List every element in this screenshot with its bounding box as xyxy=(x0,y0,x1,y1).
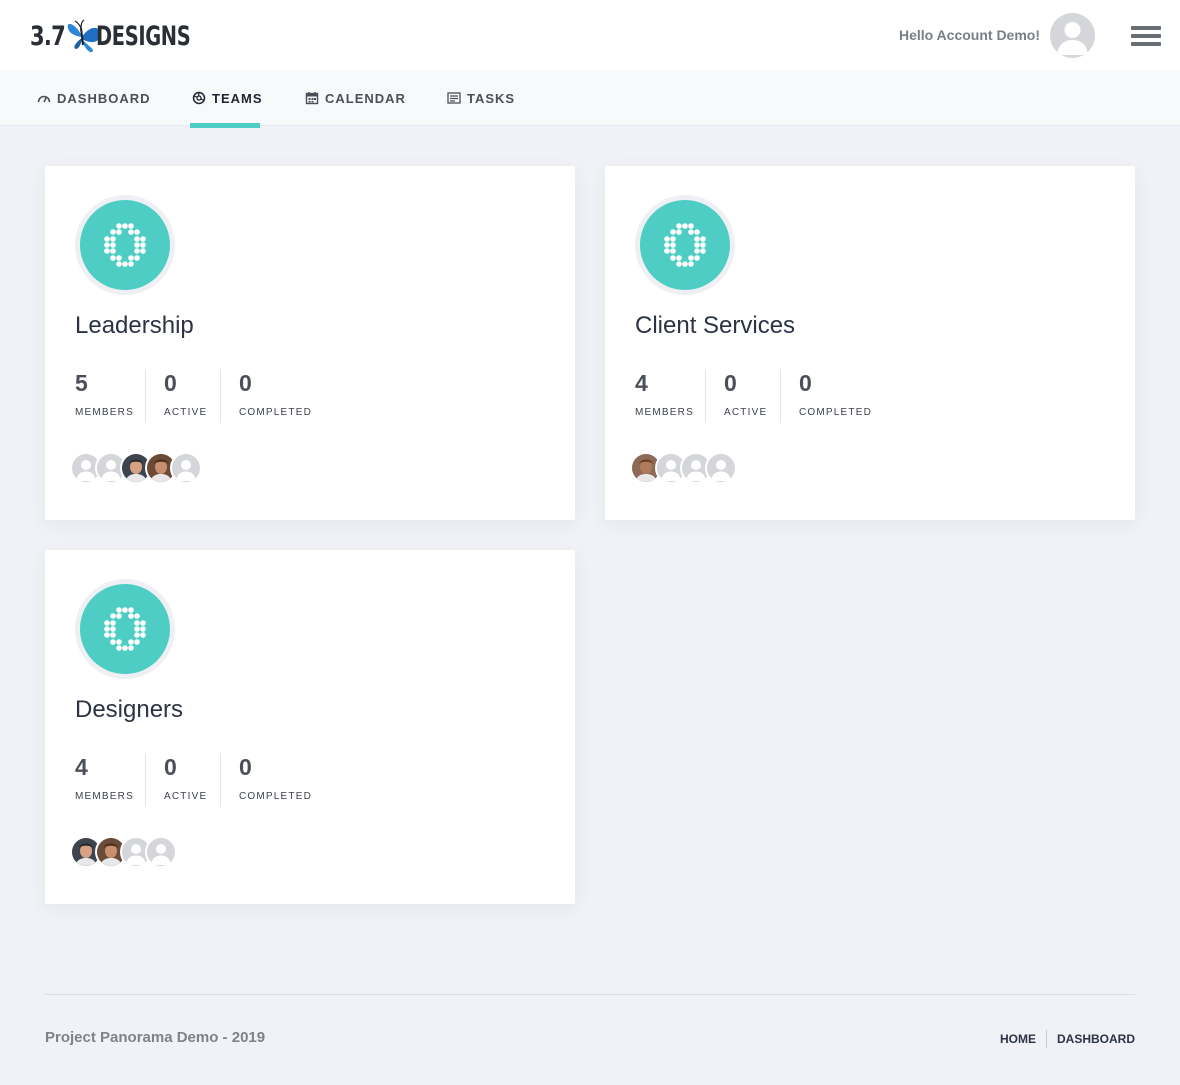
members-count: 5 xyxy=(75,370,88,396)
dashboard-gauge-icon xyxy=(37,91,51,105)
team-stats: 4 MEMBERS 0 ACTIVE 0 COMPLETED xyxy=(75,753,320,807)
members-label: MEMBERS xyxy=(75,407,134,418)
team-card-client-services[interactable]: Client Services 4 MEMBERS 0 ACTIVE 0 COM… xyxy=(605,166,1135,520)
completed-label: COMPLETED xyxy=(239,407,313,418)
main-nav: DASHBOARD TEAMS CALENDAR TASKS xyxy=(0,70,1180,126)
active-count: 0 xyxy=(724,370,737,396)
footer-links: HOME DASHBOARD xyxy=(1000,1030,1135,1048)
nav-tasks-label: TASKS xyxy=(467,90,516,106)
team-name[interactable]: Leadership xyxy=(75,312,194,340)
completed-stat: 0 COMPLETED xyxy=(220,753,320,807)
team-name[interactable]: Client Services xyxy=(635,312,795,340)
members-count: 4 xyxy=(75,754,88,780)
user-greeting: Hello Account Demo! xyxy=(898,27,1040,43)
tasks-list-icon xyxy=(447,91,461,105)
completed-count: 0 xyxy=(239,754,252,780)
nav-tasks[interactable]: TASKS xyxy=(447,70,515,126)
team-stats: 4 MEMBERS 0 ACTIVE 0 COMPLETED xyxy=(635,369,880,423)
member-avatar-placeholder[interactable] xyxy=(705,452,737,484)
hamburger-bar xyxy=(1131,42,1161,46)
active-label: ACTIVE xyxy=(164,407,208,418)
nav-dashboard-label: DASHBOARD xyxy=(57,90,151,106)
nav-dashboard[interactable]: DASHBOARD xyxy=(37,70,151,126)
team-dots-icon xyxy=(104,607,146,651)
active-count: 0 xyxy=(164,754,177,780)
user-avatar[interactable] xyxy=(1050,13,1095,58)
members-stat: 4 MEMBERS xyxy=(635,369,705,423)
team-dots-icon xyxy=(104,223,146,267)
teams-icon xyxy=(192,91,206,105)
active-stat: 0 ACTIVE xyxy=(145,753,220,807)
completed-stat: 0 COMPLETED xyxy=(780,369,880,423)
team-card-leadership[interactable]: Leadership 5 MEMBERS 0 ACTIVE 0 COMPLETE… xyxy=(45,166,575,520)
default-user-icon xyxy=(1057,22,1088,55)
team-card-designers[interactable]: Designers 4 MEMBERS 0 ACTIVE 0 COMPLETED xyxy=(45,550,575,904)
nav-teams-label: TEAMS xyxy=(212,90,263,106)
hamburger-bar xyxy=(1131,34,1161,38)
nav-teams[interactable]: TEAMS xyxy=(192,70,263,126)
active-stat: 0 ACTIVE xyxy=(705,369,780,423)
nav-calendar-label: CALENDAR xyxy=(325,90,406,106)
team-stats: 5 MEMBERS 0 ACTIVE 0 COMPLETED xyxy=(75,369,320,423)
nav-calendar[interactable]: CALENDAR xyxy=(305,70,406,126)
logo-number: 3.7 xyxy=(30,20,66,52)
members-label: MEMBERS xyxy=(635,407,694,418)
members-stat: 4 MEMBERS xyxy=(75,753,145,807)
calendar-icon xyxy=(305,91,319,105)
team-logo xyxy=(635,195,735,295)
completed-label: COMPLETED xyxy=(799,407,873,418)
completed-stat: 0 COMPLETED xyxy=(220,369,320,423)
completed-label: COMPLETED xyxy=(239,791,313,802)
menu-hamburger-button[interactable] xyxy=(1131,26,1161,46)
team-dots-icon xyxy=(664,223,706,267)
top-bar: 3.7 DESIGNS Hello Account Demo! xyxy=(0,0,1180,70)
member-avatar-placeholder[interactable] xyxy=(145,836,177,868)
members-label: MEMBERS xyxy=(75,791,134,802)
logo[interactable]: 3.7 DESIGNS xyxy=(30,16,227,56)
active-count: 0 xyxy=(164,370,177,396)
members-count: 4 xyxy=(635,370,648,396)
team-logo xyxy=(75,579,175,679)
active-stat: 0 ACTIVE xyxy=(145,369,220,423)
footer-copyright: Project Panorama Demo - 2019 xyxy=(45,1029,266,1046)
members-stat: 5 MEMBERS xyxy=(75,369,145,423)
member-avatar-placeholder[interactable] xyxy=(170,452,202,484)
team-name[interactable]: Designers xyxy=(75,696,183,724)
footer-home-link[interactable]: HOME xyxy=(1000,1032,1036,1046)
active-label: ACTIVE xyxy=(164,791,208,802)
footer-link-separator xyxy=(1046,1030,1047,1048)
footer-dashboard-link[interactable]: DASHBOARD xyxy=(1057,1032,1135,1046)
active-label: ACTIVE xyxy=(724,407,768,418)
active-tab-indicator xyxy=(190,123,260,128)
completed-count: 0 xyxy=(799,370,812,396)
hamburger-bar xyxy=(1131,26,1161,30)
team-logo xyxy=(75,195,175,295)
footer-divider xyxy=(45,994,1135,995)
logo-wordmark: DESIGNS xyxy=(96,20,191,52)
completed-count: 0 xyxy=(239,370,252,396)
